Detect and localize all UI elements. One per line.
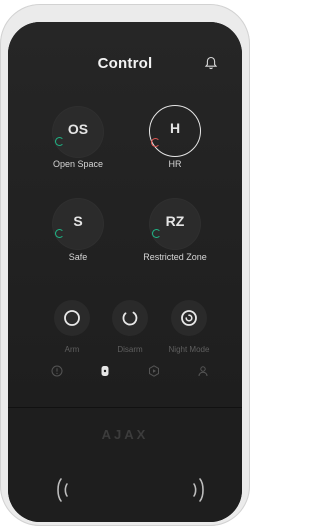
group-status-icon — [151, 138, 160, 147]
group-circle: RZ — [150, 199, 200, 249]
group-open-space[interactable]: OS Open Space — [28, 107, 128, 187]
arm-button[interactable] — [54, 300, 90, 336]
group-label: Restricted Zone — [143, 252, 207, 262]
nfc-left-icon — [57, 478, 68, 502]
group-abbr: S — [73, 213, 83, 229]
touch-screen: Control OS Open Space H HR S Safe RZ Res… — [8, 22, 242, 407]
group-abbr: OS — [67, 121, 89, 137]
group-hr[interactable]: H HR — [125, 105, 225, 187]
alert-icon[interactable] — [51, 365, 63, 377]
group-circle: OS — [53, 107, 103, 157]
scenario-icon[interactable] — [148, 365, 160, 377]
group-label: HR — [168, 159, 182, 169]
group-label: Safe — [68, 252, 88, 262]
nfc-right-icon — [193, 478, 204, 502]
group-label: Open Space — [52, 159, 104, 169]
arm-icon — [64, 310, 80, 326]
group-safe[interactable]: S Safe — [28, 199, 128, 279]
disarm-icon — [122, 311, 138, 326]
group-abbr: H — [169, 120, 181, 136]
keypad-icon[interactable] — [99, 365, 111, 377]
bell-icon[interactable] — [203, 55, 219, 71]
group-circle: S — [53, 199, 103, 249]
group-abbr: RZ — [165, 213, 185, 229]
night-mode-label: Night Mode — [168, 345, 210, 354]
keypad-device: Control OS Open Space H HR S Safe RZ Res… — [0, 4, 250, 526]
group-restricted-zone[interactable]: RZ Restricted Zone — [125, 199, 225, 279]
night-mode-button[interactable] — [171, 300, 207, 336]
group-status-icon — [55, 229, 64, 238]
group-status-icon — [152, 229, 161, 238]
disarm-button[interactable] — [112, 300, 148, 336]
group-status-icon — [55, 137, 64, 146]
group-circle-selected: H — [149, 105, 201, 157]
brand-logo: AJAX — [101, 427, 149, 442]
night-mode-icon — [181, 310, 197, 326]
user-icon[interactable] — [197, 365, 209, 377]
keypad-panel: Control OS Open Space H HR S Safe RZ Res… — [8, 22, 242, 522]
